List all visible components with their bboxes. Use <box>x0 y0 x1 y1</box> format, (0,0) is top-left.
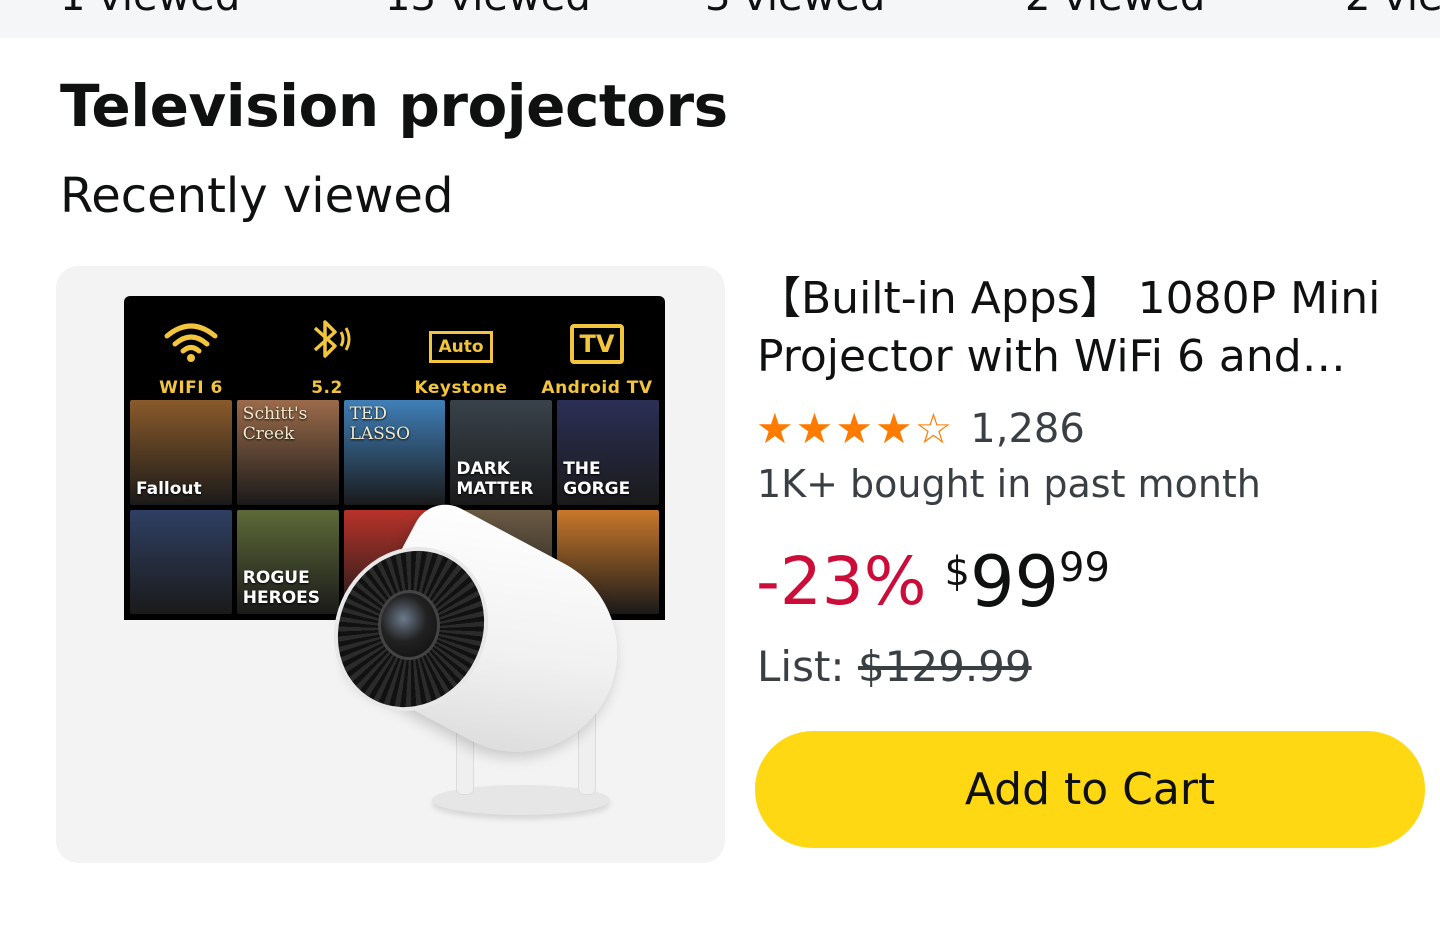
show-tile <box>130 509 232 614</box>
star-filled-icon: ★ <box>874 404 913 453</box>
show-tile: Fallout <box>130 400 232 505</box>
star-filled-icon: ★ <box>835 404 873 453</box>
show-tile: THE GORGE <box>557 400 659 505</box>
keystone-icon: Auto <box>396 316 526 364</box>
price-currency: $ <box>944 549 970 595</box>
bought-in-past-month: 1K+ bought in past month <box>757 462 1261 506</box>
price-fraction: 99 <box>1059 545 1110 591</box>
bluetooth-icon <box>262 316 392 364</box>
show-tile: TED LASSO <box>343 400 446 505</box>
discount-percent: -23% <box>756 543 927 620</box>
product-title-line: Projector with WiFi 6 and… <box>757 331 1346 382</box>
viewed-chip[interactable]: 3 viewed <box>705 0 885 20</box>
list-price: List: $129.99 <box>757 642 1032 691</box>
feature-keystone: Auto Keystone <box>396 316 526 398</box>
feature-label: Android TV <box>541 378 653 398</box>
list-price-value: $129.99 <box>857 642 1032 691</box>
show-tile: Schitt's Creek <box>236 400 339 505</box>
rating-stars: ★★★★☆ <box>756 404 954 454</box>
viewed-chip[interactable]: 2 viewed <box>1345 0 1440 20</box>
show-tile-title: Fallout <box>136 478 202 499</box>
section-subtitle: Recently viewed <box>60 168 454 224</box>
viewed-chip[interactable]: 13 viewed <box>385 0 591 20</box>
price-row: -23% $ 99 99 <box>756 540 1110 624</box>
show-tile-title: DARK MATTER <box>456 458 534 499</box>
feature-wifi: WIFI 6 <box>126 316 256 398</box>
show-tile: DARK MATTER <box>450 400 553 505</box>
viewed-chip[interactable]: 1 viewed <box>60 0 240 20</box>
show-tile-title: Schitt's Creek <box>242 404 308 444</box>
feature-bluetooth: 5.2 <box>262 316 392 398</box>
feature-label: 5.2 <box>311 378 343 398</box>
show-tile-title: THE GORGE <box>563 458 631 499</box>
wifi-icon <box>126 316 256 364</box>
feature-label: Keystone <box>414 378 508 398</box>
projector-lens <box>378 590 440 660</box>
feature-android-tv: TV Android TV <box>532 316 662 398</box>
price-whole: 99 <box>969 541 1060 623</box>
show-tile: ROGUE HEROES <box>236 509 339 614</box>
star-filled-icon: ★ <box>795 404 834 453</box>
tv-icon: TV <box>532 316 662 364</box>
show-tile-title: TED LASSO <box>349 404 411 444</box>
add-to-cart-button[interactable]: Add to Cart <box>755 731 1425 848</box>
recently-viewed-chips-strip: 1 viewed 13 viewed 3 viewed 2 viewed 2 v… <box>0 0 1440 38</box>
product-rating[interactable]: ★★★★☆ 1,286 <box>756 404 1085 454</box>
feature-label: WIFI 6 <box>159 378 223 398</box>
show-tile-title: ROGUE HEROES <box>242 568 321 608</box>
viewed-chip[interactable]: 2 viewed <box>1025 0 1205 20</box>
star-filled-icon: ★ <box>756 404 794 453</box>
rating-count: 1,286 <box>970 406 1085 452</box>
star-empty-icon: ☆ <box>914 404 953 453</box>
section-title: Television projectors <box>60 72 728 140</box>
list-price-label: List: <box>757 642 845 691</box>
product-title-line: 【Built-in Apps】 1080P Mini <box>757 273 1381 324</box>
product-title[interactable]: 【Built-in Apps】 1080P Mini Projector wit… <box>757 270 1417 386</box>
